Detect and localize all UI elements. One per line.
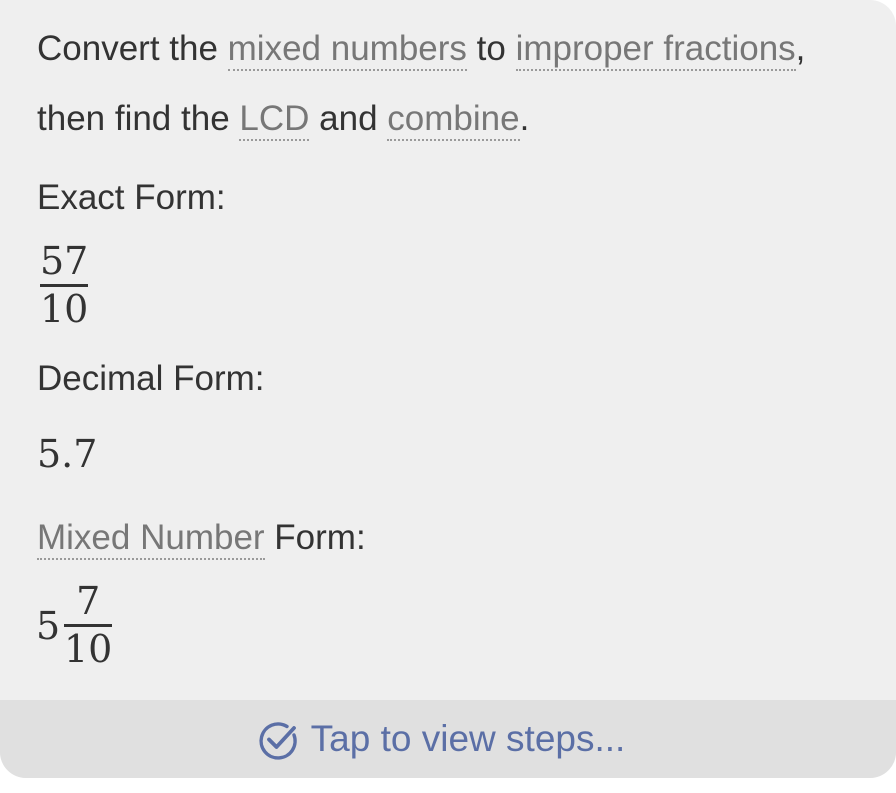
explanation-text: to <box>466 29 516 68</box>
decimal-form-value: 5.7 <box>37 432 98 476</box>
explanation-text: Convert the <box>37 29 228 68</box>
explanation-line-1: Convert the mixed numbers to improper fr… <box>37 29 806 71</box>
fraction-numerator: 57 <box>40 239 89 283</box>
term-link-lcd[interactable]: LCD <box>239 99 310 141</box>
mixed-form-label: Mixed Number Form: <box>37 518 366 560</box>
term-link-improper-fractions[interactable]: improper fractions <box>515 29 796 71</box>
answer-card: Convert the mixed numbers to improper fr… <box>0 0 896 778</box>
mixed-form-fraction: 7 10 <box>64 579 113 671</box>
view-steps-button[interactable]: Tap to view steps... <box>0 700 896 778</box>
term-link-mixed-numbers[interactable]: mixed numbers <box>227 29 467 71</box>
mixed-form-whole: 5 <box>36 604 61 648</box>
fraction-denominator: 10 <box>64 627 113 671</box>
term-link-combine[interactable]: combine <box>387 99 520 141</box>
fraction-denominator: 10 <box>40 287 89 331</box>
explanation-text: then find the <box>37 99 240 138</box>
exact-form-label: Exact Form: <box>37 178 226 217</box>
fraction-numerator: 7 <box>76 579 101 623</box>
explanation-text: . <box>519 99 530 138</box>
view-steps-content: Tap to view steps... <box>257 718 626 760</box>
term-link-mixed-number[interactable]: Mixed Number <box>37 518 265 560</box>
check-circle-icon <box>257 718 299 760</box>
decimal-form-label: Decimal Form: <box>37 359 265 398</box>
explanation-text: and <box>309 99 388 138</box>
view-steps-label: Tap to view steps... <box>310 718 626 759</box>
mixed-form-label-text: Form: <box>264 518 366 557</box>
explanation-text: , <box>795 29 806 68</box>
explanation-line-2: then find the LCD and combine. <box>37 99 530 141</box>
exact-form-fraction: 57 10 <box>40 239 89 331</box>
